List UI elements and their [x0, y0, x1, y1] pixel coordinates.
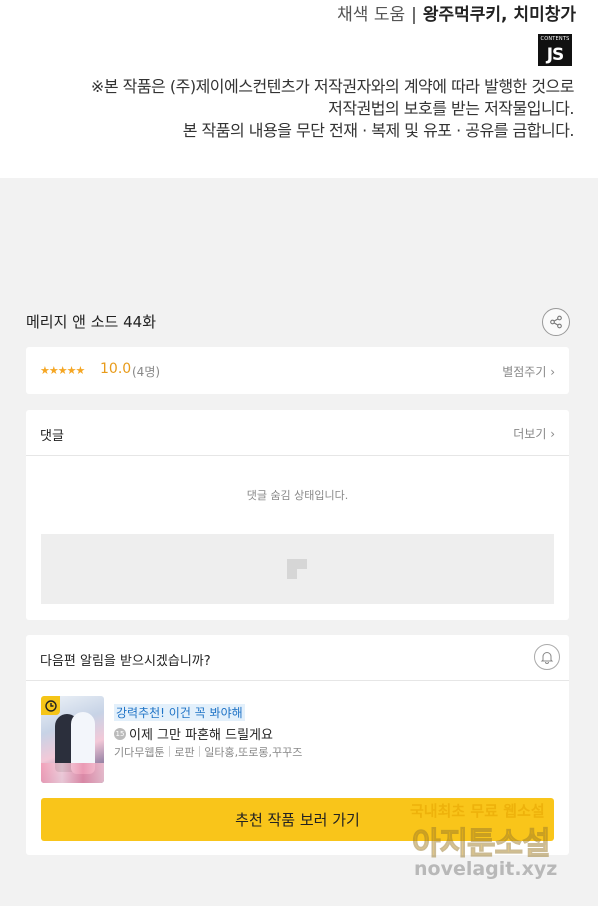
share-button[interactable] — [542, 308, 570, 336]
meta-category: 기다무웹툰 — [114, 746, 165, 759]
share-icon — [550, 315, 562, 329]
copyright-notice: ※본 작품은 (주)제이에스컨텐츠가 저작권자와의 계약에 따라 발행한 것으로… — [90, 76, 575, 142]
comments-card: 댓글 더보기 › 댓글 숨김 상태입니다. — [26, 410, 569, 620]
credits-separator: | — [411, 5, 417, 25]
comments-hidden-message: 댓글 숨김 상태입니다. — [246, 489, 349, 502]
site-watermark: 국내최초 무료 웹소설 아지툰소설 novelagit.xyz — [410, 798, 590, 890]
comments-title: 댓글 — [40, 429, 64, 444]
bell-icon — [540, 652, 554, 664]
rating-count: (4명) — [132, 365, 161, 379]
watermark-line3: novelagit.xyz — [414, 858, 558, 880]
ad-placeholder — [41, 534, 554, 604]
notice-line: ※본 작품은 (주)제이에스컨텐츠가 저작권자와의 계약에 따라 발행한 것으로 — [90, 77, 575, 96]
comments-more-link[interactable]: 더보기 › — [513, 425, 555, 442]
rating-stars: ★★★★★ — [40, 364, 85, 377]
notice-line: 본 작품의 내용을 무단 전재 · 복제 및 유포 · 공유를 금합니다. — [182, 121, 575, 140]
meta-separator: | — [197, 744, 202, 757]
credits-prefix: 채색 도움 — [337, 5, 406, 25]
credits-names: 왕주먹쿠키, 치미창가 — [422, 5, 576, 25]
copyright-section: 채색 도움 | 왕주먹쿠키, 치미창가 CONTENTS JS ※본 작품은 (주)… — [0, 0, 598, 178]
meta-genre: 로판 — [174, 746, 195, 759]
clock-icon — [41, 696, 60, 715]
divider — [26, 455, 569, 456]
recommended-title: 이제 그만 파혼해 드릴게요 — [129, 728, 273, 743]
divider — [26, 680, 569, 681]
recommended-title-row[interactable]: 15 이제 그만 파혼해 드릴게요 — [114, 724, 273, 743]
age-rating-badge: 15 — [114, 727, 126, 740]
watermark-line2: 아지툰소설 — [412, 826, 552, 863]
thumbnail-flowers — [41, 763, 104, 783]
logo-small-text: CONTENTS — [540, 36, 570, 42]
notice-line: 저작권법의 보호를 받는 저작물입니다. — [328, 99, 574, 118]
credits-line: 채색 도움 | 왕주먹쿠키, 치미창가 — [337, 0, 576, 25]
notify-bell-button[interactable] — [534, 644, 560, 670]
recommend-tag: 강력추천! 이건 꼭 봐야해 — [114, 704, 245, 721]
logo-big-text: JS — [546, 45, 565, 65]
meta-authors: 일타홍,또로롱,꾸꾸즈 — [204, 746, 303, 759]
rating-card: ★★★★★ 10.0 (4명) 별점주기 › — [26, 347, 569, 394]
publisher-logo: CONTENTS JS — [538, 34, 572, 66]
next-notify-question: 다음편 알림을 받으시겠습니까? — [40, 654, 211, 669]
recommended-meta: 기다무웹툰 | 로판 | 일타홍,또로롱,꾸꾸즈 — [114, 744, 302, 760]
recommended-thumbnail[interactable] — [41, 696, 104, 783]
meta-separator: | — [167, 744, 172, 757]
episode-title: 메리지 앤 소드 44화 — [26, 313, 156, 331]
ad-placeholder-icon — [287, 559, 307, 579]
rating-score: 10.0 — [100, 361, 132, 377]
rate-button[interactable]: 별점주기 › — [502, 363, 555, 380]
